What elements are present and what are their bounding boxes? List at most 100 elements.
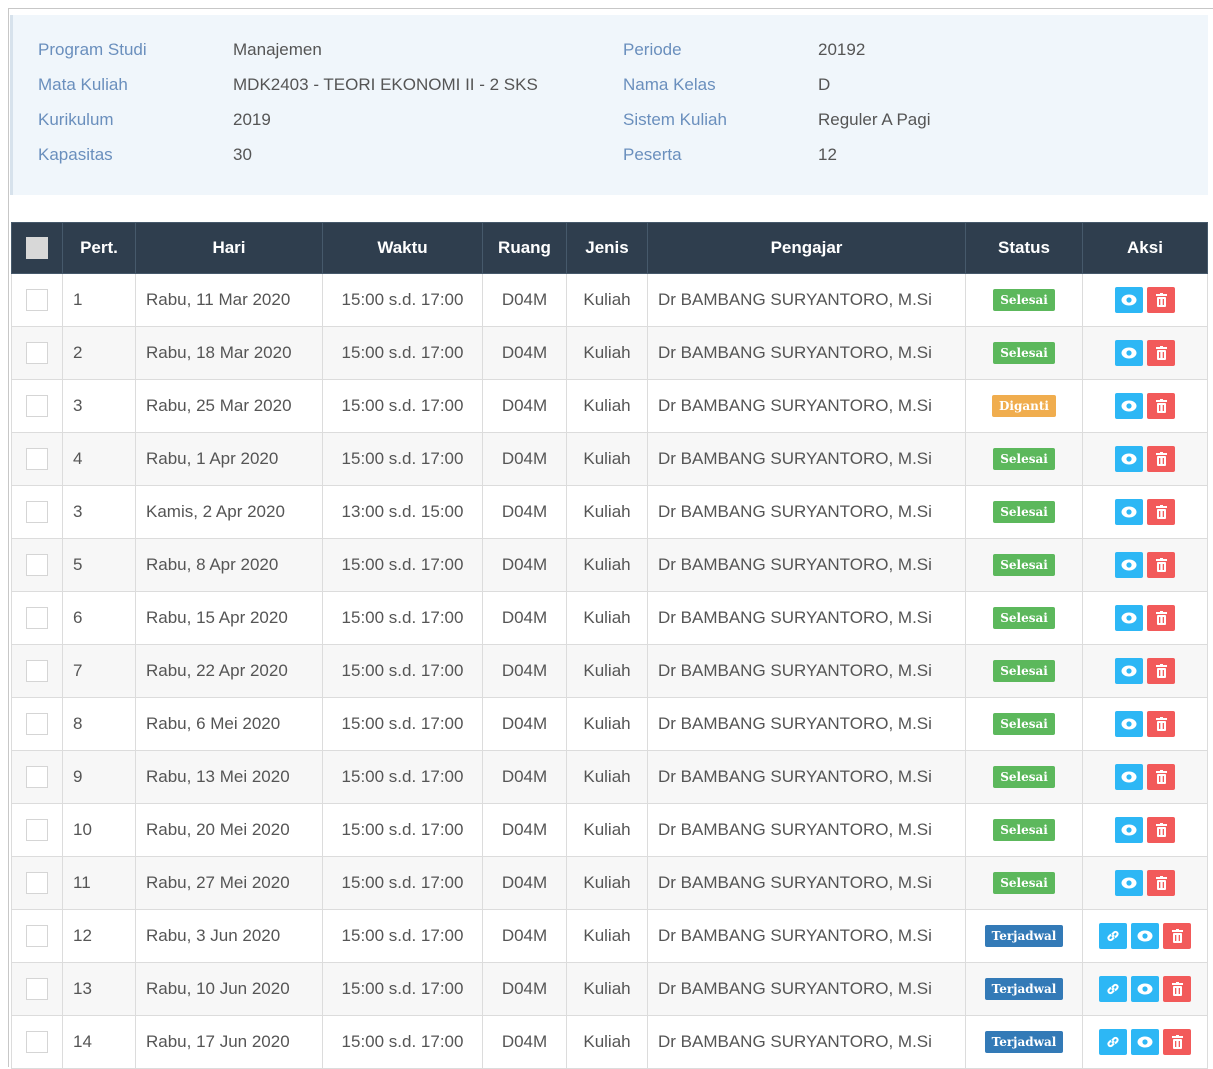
cell-aksi: [1082, 1015, 1208, 1069]
cell-jenis: Kuliah: [566, 909, 648, 963]
row-checkbox[interactable]: [26, 872, 48, 894]
row-actions: [1093, 287, 1197, 313]
row-checkbox[interactable]: [26, 819, 48, 841]
delete-button[interactable]: [1147, 499, 1175, 525]
row-checkbox[interactable]: [26, 713, 48, 735]
view-button[interactable]: [1115, 605, 1143, 631]
view-button[interactable]: [1115, 287, 1143, 313]
delete-button[interactable]: [1147, 711, 1175, 737]
view-button[interactable]: [1115, 446, 1143, 472]
view-icon: [1121, 877, 1137, 889]
cell-aksi: [1082, 326, 1208, 380]
cell-waktu: 15:00 s.d. 17:00: [322, 644, 483, 698]
row-checkbox[interactable]: [26, 289, 48, 311]
info-value-periode: 20192: [818, 40, 866, 59]
view-button[interactable]: [1115, 340, 1143, 366]
cell-status: Selesai: [965, 697, 1083, 751]
view-button[interactable]: [1131, 1029, 1159, 1055]
cell-ruang: D04M: [482, 856, 567, 910]
delete-icon: [1155, 505, 1167, 519]
delete-button[interactable]: [1147, 870, 1175, 896]
cell-hari: Rabu, 13 Mei 2020: [135, 750, 323, 804]
cell-ruang: D04M: [482, 379, 567, 433]
cell-pengajar: Dr BAMBANG SURYANTORO, M.Si: [647, 697, 966, 751]
view-button[interactable]: [1115, 817, 1143, 843]
delete-button[interactable]: [1163, 1029, 1191, 1055]
table-body: 1 Rabu, 11 Mar 2020 15:00 s.d. 17:00 D04M Ku…: [11, 273, 1208, 1069]
row-checkbox[interactable]: [26, 554, 48, 576]
row-actions: [1093, 711, 1197, 737]
view-button[interactable]: [1115, 711, 1143, 737]
select-all-checkbox[interactable]: [26, 237, 48, 259]
delete-button[interactable]: [1163, 923, 1191, 949]
table-row: 14 Rabu, 17 Jun 2020 15:00 s.d. 17:00 D04M K…: [11, 1015, 1208, 1069]
delete-button[interactable]: [1147, 605, 1175, 631]
row-checkbox[interactable]: [26, 766, 48, 788]
view-button[interactable]: [1115, 870, 1143, 896]
view-button[interactable]: [1131, 923, 1159, 949]
delete-button[interactable]: [1147, 446, 1175, 472]
header-waktu: Waktu: [322, 222, 483, 274]
view-icon: [1121, 665, 1137, 677]
cell-ruang: D04M: [482, 273, 567, 327]
cell-status: Selesai: [965, 750, 1083, 804]
row-checkbox[interactable]: [26, 501, 48, 523]
cell-aksi: [1082, 644, 1208, 698]
view-icon: [1121, 347, 1137, 359]
cell-jenis: Kuliah: [566, 379, 648, 433]
view-button[interactable]: [1115, 552, 1143, 578]
delete-button[interactable]: [1147, 764, 1175, 790]
link-button[interactable]: [1099, 976, 1127, 1002]
info-label-kurikulum: Kurikulum: [38, 110, 114, 129]
view-button[interactable]: [1115, 499, 1143, 525]
row-select-cell: [11, 538, 63, 592]
delete-button[interactable]: [1147, 552, 1175, 578]
row-select-cell: [11, 856, 63, 910]
cell-waktu: 15:00 s.d. 17:00: [322, 273, 483, 327]
view-button[interactable]: [1115, 393, 1143, 419]
delete-icon: [1155, 399, 1167, 413]
row-checkbox[interactable]: [26, 607, 48, 629]
row-checkbox[interactable]: [26, 660, 48, 682]
cell-pert: 7: [62, 644, 136, 698]
info-label-program-studi: Program Studi: [38, 40, 147, 59]
delete-button[interactable]: [1147, 393, 1175, 419]
cell-jenis: Kuliah: [566, 644, 648, 698]
row-select-cell: [11, 697, 63, 751]
row-select-cell: [11, 379, 63, 433]
row-select-cell: [11, 909, 63, 963]
view-button[interactable]: [1115, 658, 1143, 684]
row-checkbox[interactable]: [26, 342, 48, 364]
delete-button[interactable]: [1147, 340, 1175, 366]
cell-pengajar: Dr BAMBANG SURYANTORO, M.Si: [647, 803, 966, 857]
row-checkbox[interactable]: [26, 1031, 48, 1053]
cell-pert: 3: [62, 379, 136, 433]
cell-jenis: Kuliah: [566, 1015, 648, 1069]
view-icon: [1121, 506, 1137, 518]
row-select-cell: [11, 750, 63, 804]
cell-pert: 14: [62, 1015, 136, 1069]
delete-button[interactable]: [1147, 658, 1175, 684]
view-icon: [1121, 612, 1137, 624]
row-checkbox[interactable]: [26, 925, 48, 947]
cell-status: Selesai: [965, 485, 1083, 539]
delete-button[interactable]: [1163, 976, 1191, 1002]
link-button[interactable]: [1099, 1029, 1127, 1055]
row-checkbox[interactable]: [26, 978, 48, 1000]
status-badge: Diganti: [992, 395, 1056, 417]
row-checkbox[interactable]: [26, 448, 48, 470]
cell-status: Terjadwal: [965, 962, 1083, 1016]
cell-pengajar: Dr BAMBANG SURYANTORO, M.Si: [647, 326, 966, 380]
cell-hari: Rabu, 17 Jun 2020: [135, 1015, 323, 1069]
delete-button[interactable]: [1147, 817, 1175, 843]
cell-pengajar: Dr BAMBANG SURYANTORO, M.Si: [647, 856, 966, 910]
cell-hari: Rabu, 27 Mei 2020: [135, 856, 323, 910]
cell-hari: Rabu, 11 Mar 2020: [135, 273, 323, 327]
link-button[interactable]: [1099, 923, 1127, 949]
delete-button[interactable]: [1147, 287, 1175, 313]
row-checkbox[interactable]: [26, 395, 48, 417]
table-row: 10 Rabu, 20 Mei 2020 15:00 s.d. 17:00 D04M K…: [11, 803, 1208, 857]
view-button[interactable]: [1131, 976, 1159, 1002]
row-actions: [1093, 923, 1197, 949]
view-button[interactable]: [1115, 764, 1143, 790]
